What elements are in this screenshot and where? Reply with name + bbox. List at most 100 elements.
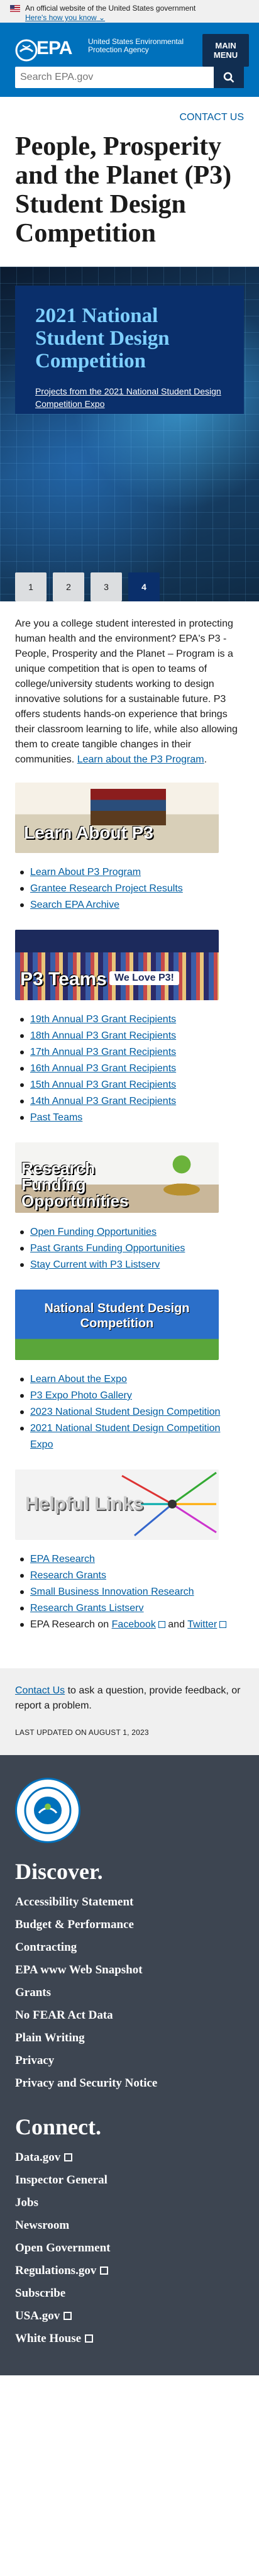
footer-link[interactable]: Inspector General <box>15 2173 107 2187</box>
link-learn-about-expo[interactable]: Learn About the Expo <box>30 1374 127 1385</box>
footer-discover-item: Privacy <box>15 2049 244 2072</box>
p3-teams-banner-label: P3 Teams <box>20 969 107 990</box>
link-16th-recipients[interactable]: 16th Annual P3 Grant Recipients <box>30 1063 176 1074</box>
footer-link[interactable]: Data.gov <box>15 2151 60 2164</box>
footer-link[interactable]: Subscribe <box>15 2287 65 2300</box>
heres-how-you-know-link[interactable]: Here's how you know ⌄ <box>25 13 249 23</box>
link-open-funding[interactable]: Open Funding Opportunities <box>30 1227 157 1237</box>
contact-us-link[interactable]: CONTACT US <box>179 112 244 123</box>
section-learn-about-p3: Learn About P3 Learn About P3 Program Gr… <box>0 783 259 930</box>
carousel-page-1[interactable]: 1 <box>15 572 47 601</box>
external-link-icon <box>85 2334 94 2343</box>
p3-teams-banner: P3 Teams We Love P3! <box>15 930 219 1000</box>
carousel-page-4[interactable]: 4 <box>128 572 160 601</box>
carousel-page-2[interactable]: 2 <box>53 572 84 601</box>
link-18th-recipients[interactable]: 18th Annual P3 Grant Recipients <box>30 1030 176 1041</box>
footer-link[interactable]: Privacy and Security Notice <box>15 2077 157 2090</box>
link-2023-competition[interactable]: 2023 National Student Design Competition <box>30 1407 220 1417</box>
footer-link[interactable]: Open Government <box>15 2241 110 2255</box>
footer-connect-item: White House <box>15 2328 244 2350</box>
carousel-link[interactable]: Projects from the 2021 National Student … <box>35 385 224 410</box>
footer-link[interactable]: White House <box>15 2332 81 2345</box>
contact-us-inline-link[interactable]: Contact Us <box>15 1685 65 1696</box>
research-funding-links: Open Funding Opportunities Past Grants F… <box>15 1224 244 1290</box>
twitter-link[interactable]: Twitter <box>187 1619 217 1630</box>
footer-connect-item: Open Government <box>15 2237 244 2260</box>
epa-seal-icon <box>15 1778 80 1843</box>
learn-about-p3-links: Learn About P3 Program Grantee Research … <box>15 864 244 930</box>
footer-link[interactable]: Plain Writing <box>15 2031 85 2044</box>
footer-link[interactable]: Accessibility Statement <box>15 1895 133 1909</box>
learn-about-p3-link[interactable]: Learn about the P3 Program <box>77 754 204 765</box>
footer-link[interactable]: Newsroom <box>15 2219 69 2232</box>
epa-logo-text[interactable]: EPA <box>36 38 72 59</box>
carousel-page-3[interactable]: 3 <box>91 572 122 601</box>
link-17th-recipients[interactable]: 17th Annual P3 Grant Recipients <box>30 1047 176 1057</box>
link-past-teams[interactable]: Past Teams <box>30 1112 82 1123</box>
gov-banner-text: An official website of the United States… <box>25 4 196 13</box>
discover-links: Accessibility Statement Budget & Performa… <box>15 1891 244 2095</box>
search-bar <box>0 67 259 97</box>
national-design-banner-label: National Student Design Competition <box>44 1302 190 1330</box>
national-design-banner: National Student Design Competition <box>15 1290 219 1360</box>
external-link-icon <box>63 2312 72 2320</box>
link-p3-listserv[interactable]: Stay Current with P3 Listserv <box>30 1259 160 1270</box>
main-menu-button[interactable]: MAIN MENU <box>202 34 249 67</box>
search-button[interactable] <box>214 67 244 88</box>
footer-link[interactable]: Regulations.gov <box>15 2264 96 2277</box>
link-p3-expo-gallery[interactable]: P3 Expo Photo Gallery <box>30 1390 132 1401</box>
link-14th-recipients[interactable]: 14th Annual P3 Grant Recipients <box>30 1096 176 1107</box>
footer-link[interactable]: Contracting <box>15 1941 77 1954</box>
gov-banner: An official website of the United States… <box>0 0 259 23</box>
link-research-grants-listserv[interactable]: Research Grants Listserv <box>30 1603 144 1614</box>
footer-connect-item: Data.gov <box>15 2146 244 2169</box>
footer-connect-item: Regulations.gov <box>15 2260 244 2282</box>
footer-link[interactable]: Grants <box>15 1986 51 1999</box>
link-learn-about-p3-program[interactable]: Learn About P3 Program <box>30 867 141 878</box>
link-grantee-research[interactable]: Grantee Research Project Results <box>30 883 183 894</box>
link-research-grants[interactable]: Research Grants <box>30 1570 106 1581</box>
search-icon <box>223 72 234 83</box>
link-15th-recipients[interactable]: 15th Annual P3 Grant Recipients <box>30 1079 176 1090</box>
footer-discover-item: No FEAR Act Data <box>15 2004 244 2027</box>
plant-image <box>166 1149 197 1180</box>
footer-link[interactable]: EPA www Web Snapshot <box>15 1963 143 1977</box>
social-links-item: EPA Research on Facebook and Twitter <box>15 1617 244 1633</box>
link-epa-research[interactable]: EPA Research <box>30 1554 95 1564</box>
connect-heading: Connect. <box>15 2114 101 2139</box>
site-footer: Discover. Accessibility Statement Budget … <box>0 1755 259 2375</box>
coins-image <box>153 1180 210 1199</box>
research-funding-banner: Research Funding Opportunities <box>15 1142 219 1213</box>
footer-discover-item: Plain Writing <box>15 2027 244 2049</box>
feedback-note: Contact Us to ask a question, provide fe… <box>0 1668 259 1755</box>
section-research-funding: Research Funding Opportunities Open Fund… <box>0 1142 259 1290</box>
footer-discover-item: EPA www Web Snapshot <box>15 1959 244 1982</box>
discover-heading: Discover. <box>15 1859 103 1884</box>
external-link-icon <box>158 1621 165 1628</box>
helpful-links-banner-label: Helpful Links <box>25 1493 144 1514</box>
footer-link[interactable]: Privacy <box>15 2054 54 2067</box>
external-link-icon <box>64 2153 73 2161</box>
research-funding-banner-label: Research Funding Opportunities <box>21 1159 129 1210</box>
carousel-heading: 2021 National Student Design Competition <box>35 304 170 372</box>
footer-connect-item: Inspector General <box>15 2169 244 2192</box>
national-design-links: Learn About the Expo P3 Expo Photo Galle… <box>15 1371 244 1469</box>
search-input[interactable] <box>15 67 214 88</box>
footer-link[interactable]: Budget & Performance <box>15 1918 134 1931</box>
last-updated: LAST UPDATED ON AUGUST 1, 2023 <box>15 1728 149 1737</box>
link-2021-competition-expo[interactable]: 2021 National Student Design Competition… <box>30 1423 220 1450</box>
link-past-grants-funding[interactable]: Past Grants Funding Opportunities <box>30 1243 185 1254</box>
footer-link[interactable]: Jobs <box>15 2196 38 2209</box>
footer-link[interactable]: USA.gov <box>15 2309 60 2322</box>
footer-connect-item: Subscribe <box>15 2282 244 2305</box>
link-sbir[interactable]: Small Business Innovation Research <box>30 1586 194 1597</box>
carousel-caption: 2021 National Student Design Competition… <box>15 286 244 414</box>
footer-link[interactable]: No FEAR Act Data <box>15 2009 113 2022</box>
facebook-link[interactable]: Facebook <box>112 1619 156 1630</box>
link-19th-recipients[interactable]: 19th Annual P3 Grant Recipients <box>30 1014 176 1025</box>
link-search-epa-archive[interactable]: Search EPA Archive <box>30 900 119 910</box>
hero-carousel: 2021 National Student Design Competition… <box>0 267 259 601</box>
footer-connect-item: Newsroom <box>15 2214 244 2237</box>
agency-name: United States Environmental Protection A… <box>88 37 184 54</box>
external-link-icon <box>100 2267 109 2275</box>
